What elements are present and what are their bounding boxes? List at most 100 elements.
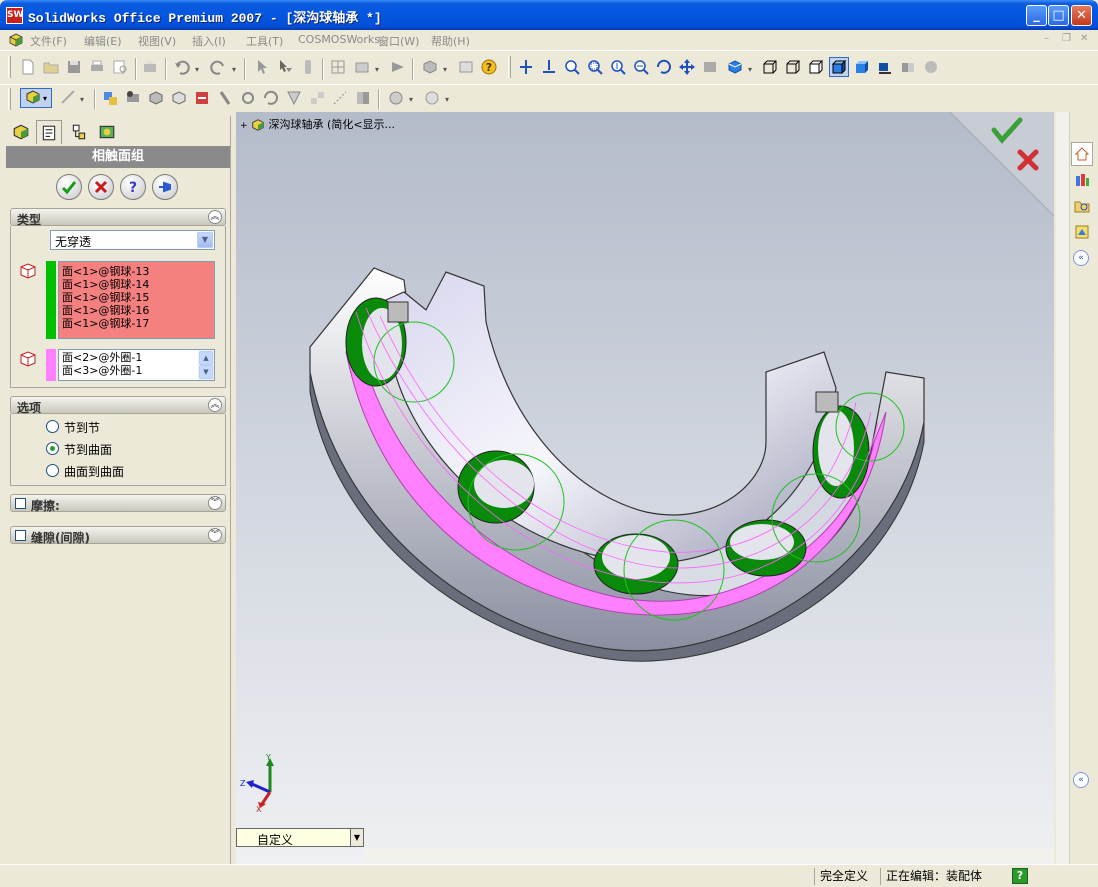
toolbar-grip[interactable] [508,56,511,78]
move-component-icon[interactable] [238,88,258,108]
expand-icon[interactable]: ︾ [208,528,222,542]
clearance-checkbox[interactable] [15,530,26,541]
insert-component-icon[interactable] [100,88,120,108]
pan-icon[interactable] [677,57,697,77]
panel-splitter[interactable] [230,116,235,864]
view-orientation-icon[interactable] [516,57,536,77]
reference-geometry-dropdown-icon[interactable]: ▾ [445,95,449,104]
help-icon[interactable]: ? [479,57,499,77]
maximize-button[interactable]: □ [1048,5,1069,26]
menu-window[interactable]: 窗口(W) [378,33,419,49]
help-button[interactable]: ? [120,174,146,200]
menu-file[interactable]: 文件(F) [30,33,67,49]
zoom-to-selection-icon[interactable] [631,57,651,77]
ok-button[interactable] [56,174,82,200]
mdi-minimize-icon[interactable]: – [1044,33,1049,44]
friction-checkbox[interactable] [15,498,26,509]
hidden-lines-visible-icon[interactable] [783,57,803,77]
open-file-icon[interactable] [41,57,61,77]
document-icon[interactable] [8,32,24,48]
radio-label[interactable]: 曲面到曲面 [64,463,124,480]
menu-cosmosworks[interactable]: COSMOSWorks [298,33,380,46]
section-view-icon[interactable] [898,57,918,77]
change-suppression-icon[interactable] [146,88,166,108]
explode-line-sketch-icon[interactable] [330,88,350,108]
undo-dropdown-icon[interactable]: ▾ [195,65,199,74]
fasteners-dropdown-icon[interactable]: ▾ [80,95,84,104]
menu-view[interactable]: 视图(V) [138,33,176,49]
edit-component-icon[interactable]: ▾ [20,88,52,108]
radio-label[interactable]: 节到曲面 [64,441,112,458]
viewport-vertical-scrollbar[interactable] [1056,112,1070,864]
no-external-references-icon[interactable] [192,88,212,108]
clearance-group-header[interactable]: 缝隙(间隙) ︾ [10,526,226,545]
menu-insert[interactable]: 插入(I) [192,33,226,49]
redo-dropdown-icon[interactable]: ▾ [232,65,236,74]
print-icon[interactable] [87,57,107,77]
display-state-select[interactable]: 自定义 ▼ [236,828,364,847]
rotate-component-icon[interactable] [261,88,281,108]
rotate-view-icon[interactable] [654,57,674,77]
graphics-area[interactable]: + 深沟球轴承 (简化<显示... Y Z X 自定义 ▼ [236,112,1054,864]
edit-part-icon[interactable] [169,88,189,108]
collapse-icon[interactable]: ︽ [208,210,222,224]
standard-views-dropdown-icon[interactable]: ▾ [748,65,752,74]
solidworks-app-icon[interactable]: SW [6,7,23,24]
hidden-lines-removed-icon[interactable] [806,57,826,77]
zoom-to-area-icon[interactable] [585,57,605,77]
shadows-icon[interactable] [875,57,895,77]
hide-show-components-icon[interactable] [123,88,143,108]
pushpin-button[interactable] [152,174,178,200]
radio-label[interactable]: 节到节 [64,419,100,436]
close-button[interactable]: ✕ [1071,5,1092,26]
solidworks-resources-tab[interactable] [1071,142,1093,166]
assembly-icon[interactable] [420,57,440,77]
chevron-down-icon[interactable]: ▼ [197,232,213,248]
zoom-in-out-icon[interactable] [608,57,628,77]
undo-icon[interactable] [172,57,192,77]
chevron-down-icon[interactable]: ▼ [350,829,363,846]
menu-help[interactable]: 帮助(H) [431,33,470,49]
redo-icon[interactable] [208,57,228,77]
set2-selection-list[interactable]: 面<2>@外圈-1 面<3>@外圈-1 ▲ ▼ [58,349,215,381]
feature-tree-flyout[interactable]: + 深沟球轴承 (简化<显示... [240,116,395,132]
list-item[interactable]: 面<3>@外圈-1 [62,364,142,377]
new-file-icon[interactable] [18,57,38,77]
reference-geometry-icon[interactable] [422,88,442,108]
bearing-model[interactable] [296,252,936,672]
list-item[interactable]: 面<2>@外圈-1 [62,351,142,364]
cancel-button[interactable] [88,174,114,200]
status-help-icon[interactable]: ? [1012,868,1028,884]
options-group-header[interactable]: 选项 ︽ [10,396,226,415]
assembly-dropdown-icon[interactable]: ▾ [443,65,447,74]
set1-selection-list[interactable]: 面<1>@钢球-13 面<1>@钢球-14 面<1>@钢球-15 面<1>@钢球… [58,261,215,339]
contact-type-select[interactable]: 无穿透 ▼ [50,230,215,250]
design-library-tab[interactable] [1071,168,1093,192]
cosmos-manager-tab[interactable] [94,120,120,144]
menu-tools[interactable]: 工具(T) [246,33,283,49]
customize-icon[interactable] [388,57,408,77]
mdi-close-icon[interactable]: ✕ [1080,33,1088,44]
save-icon[interactable] [64,57,84,77]
collapse-task-pane-icon[interactable]: « [1073,772,1089,788]
wireframe-icon[interactable] [760,57,780,77]
list-item[interactable]: 面<1>@钢球-14 [62,278,149,291]
smart-mates-icon[interactable] [284,88,304,108]
list-item[interactable]: 面<1>@钢球-13 [62,265,149,278]
interference-detection-icon[interactable] [353,88,373,108]
mdi-restore-icon[interactable]: ❐ [1062,33,1071,44]
assembly-features-icon[interactable] [386,88,406,108]
toolbar-grip[interactable] [8,88,11,110]
list-item[interactable]: 面<1>@钢球-15 [62,291,149,304]
zoom-to-fit-icon[interactable] [562,57,582,77]
set2-scrollbar[interactable]: ▲ ▼ [198,350,214,380]
select-arrow-icon[interactable] [252,57,272,77]
collapse-icon[interactable]: ︽ [208,398,222,412]
scroll-down-icon[interactable]: ▼ [199,365,213,379]
drawing-icon[interactable] [456,57,476,77]
toolbar-grip[interactable] [8,56,11,78]
options-dropdown-icon[interactable]: ▾ [375,65,379,74]
type-group-header[interactable]: 类型 ︽ [10,208,226,227]
grid-icon[interactable] [328,57,348,77]
radio-node-to-surface[interactable] [46,442,59,455]
